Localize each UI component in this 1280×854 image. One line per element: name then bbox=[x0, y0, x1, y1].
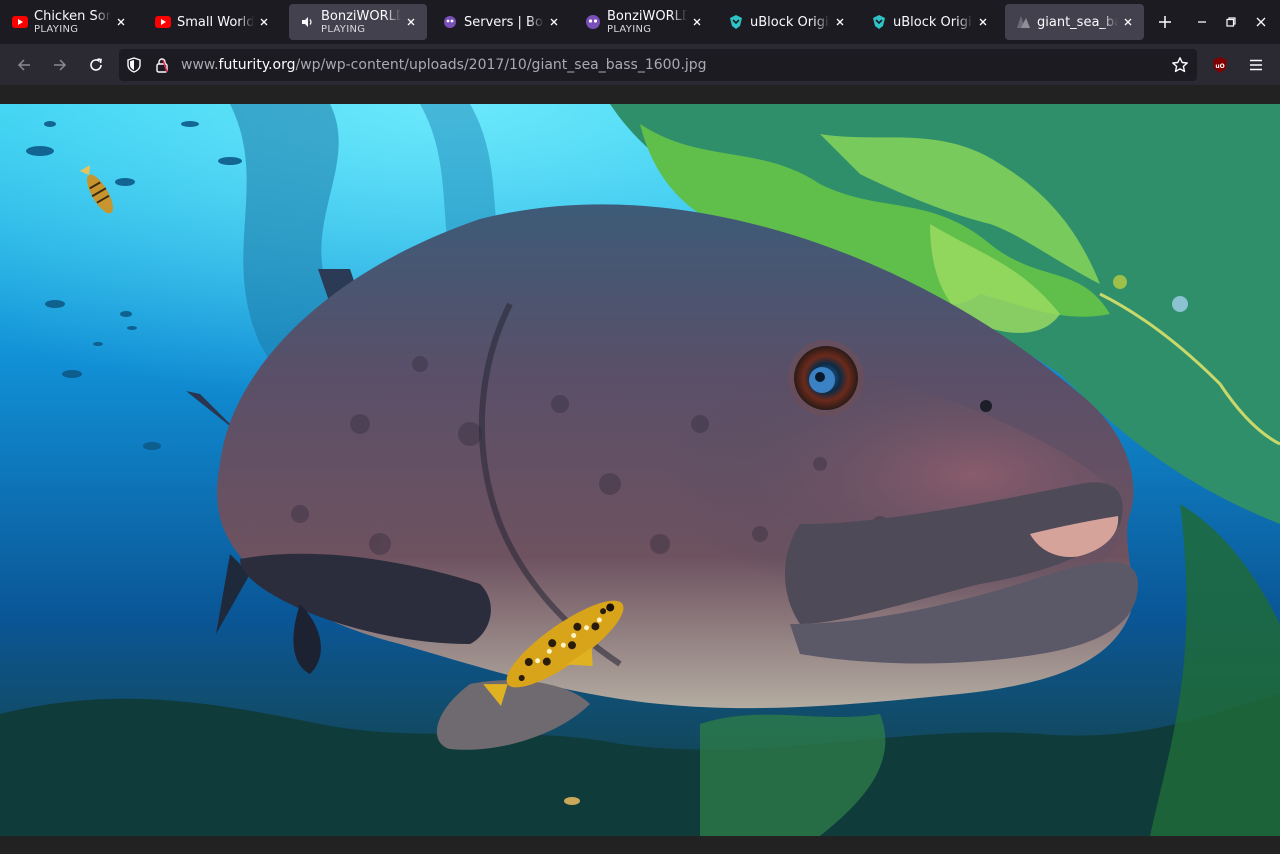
bonzi-icon bbox=[585, 14, 601, 30]
close-tab-icon[interactable] bbox=[832, 14, 848, 30]
tab-title: giant_sea_bass_1600.jpg bbox=[1037, 14, 1118, 30]
ublock-icon bbox=[871, 14, 887, 30]
arrow-right-icon bbox=[54, 59, 67, 71]
close-tab-icon[interactable] bbox=[403, 14, 419, 30]
minimize-icon bbox=[1198, 21, 1206, 23]
youtube-icon bbox=[12, 14, 28, 30]
tab-title: Servers | Bonzi bbox=[464, 14, 544, 30]
tab-servers-bonzi[interactable]: Servers | Bonzi bbox=[432, 4, 570, 40]
address-bar[interactable]: www.futurity.org/wp/wp-content/uploads/2… bbox=[119, 49, 1197, 81]
ublock-badge-label: uO bbox=[1215, 63, 1224, 70]
tab-strip: Chicken Song PLAYING Small World BonziWO… bbox=[0, 0, 1280, 44]
url-prefix: www. bbox=[181, 57, 219, 73]
forward-button[interactable] bbox=[47, 52, 73, 78]
image-viewer bbox=[0, 85, 1280, 854]
close-tab-icon[interactable] bbox=[546, 14, 562, 30]
close-tab-icon[interactable] bbox=[1120, 14, 1136, 30]
tab-chicken-song[interactable]: Chicken Song PLAYING bbox=[2, 4, 137, 40]
image-icon bbox=[1015, 14, 1031, 30]
plus-icon bbox=[1159, 16, 1171, 28]
restore-icon bbox=[1226, 17, 1236, 27]
ublock-origin-icon: uO bbox=[1213, 57, 1227, 73]
tab-small-world[interactable]: Small World bbox=[145, 4, 280, 40]
tab-giant-sea-bass[interactable]: giant_sea_bass_1600.jpg bbox=[1005, 4, 1144, 40]
app-menu-button[interactable] bbox=[1243, 52, 1269, 78]
close-window-button[interactable] bbox=[1251, 12, 1271, 32]
reload-button[interactable] bbox=[83, 52, 109, 78]
maximize-button[interactable] bbox=[1221, 12, 1241, 32]
tab-playing-label: PLAYING bbox=[34, 23, 79, 35]
bookmark-star-icon[interactable] bbox=[1171, 56, 1189, 74]
url-text[interactable]: www.futurity.org/wp/wp-content/uploads/2… bbox=[181, 57, 707, 73]
close-tab-icon[interactable] bbox=[256, 14, 272, 30]
arrow-left-icon bbox=[17, 59, 30, 71]
url-path: /wp/wp-content/uploads/2017/10/giant_sea… bbox=[295, 57, 707, 73]
tab-title: Small World bbox=[177, 14, 254, 30]
close-icon bbox=[1256, 17, 1266, 27]
tab-playing-label: PLAYING bbox=[321, 23, 366, 35]
tab-playing-label: PLAYING bbox=[607, 23, 652, 35]
tab-title: BonziWORLD bbox=[607, 8, 687, 24]
back-button[interactable] bbox=[11, 52, 37, 78]
reload-icon bbox=[90, 58, 102, 71]
new-tab-button[interactable] bbox=[1153, 10, 1177, 34]
minimize-button[interactable] bbox=[1192, 12, 1212, 32]
tab-title: BonziWORLD bbox=[321, 8, 401, 24]
tab-ublock-1[interactable]: uBlock Origin bbox=[718, 4, 856, 40]
tab-title: uBlock Origin bbox=[750, 14, 830, 30]
ublock-origin-extension-button[interactable]: uO bbox=[1207, 52, 1233, 78]
ublock-icon bbox=[728, 14, 744, 30]
tab-bonziworld-2[interactable]: BonziWORLD PLAYING bbox=[575, 4, 713, 40]
close-tab-icon[interactable] bbox=[975, 14, 991, 30]
speaker-icon[interactable] bbox=[299, 14, 315, 30]
tab-title: Chicken Song bbox=[34, 8, 111, 24]
tab-bonziworld-1[interactable]: BonziWORLD PLAYING bbox=[289, 4, 427, 40]
navigation-toolbar: www.futurity.org/wp/wp-content/uploads/2… bbox=[0, 44, 1280, 85]
bonzi-icon bbox=[442, 14, 458, 30]
close-tab-icon[interactable] bbox=[113, 14, 129, 30]
tab-ublock-2[interactable]: uBlock Origin bbox=[861, 4, 999, 40]
tracking-protection-shield-icon[interactable] bbox=[126, 57, 142, 73]
youtube-icon bbox=[155, 14, 171, 30]
close-tab-icon[interactable] bbox=[689, 14, 705, 30]
lock-icon[interactable] bbox=[154, 57, 170, 73]
url-domain: futurity.org bbox=[218, 57, 296, 73]
hamburger-menu-icon bbox=[1250, 59, 1262, 71]
tab-title: uBlock Origin bbox=[893, 14, 973, 30]
giant-sea-bass-photo[interactable] bbox=[0, 104, 1280, 836]
